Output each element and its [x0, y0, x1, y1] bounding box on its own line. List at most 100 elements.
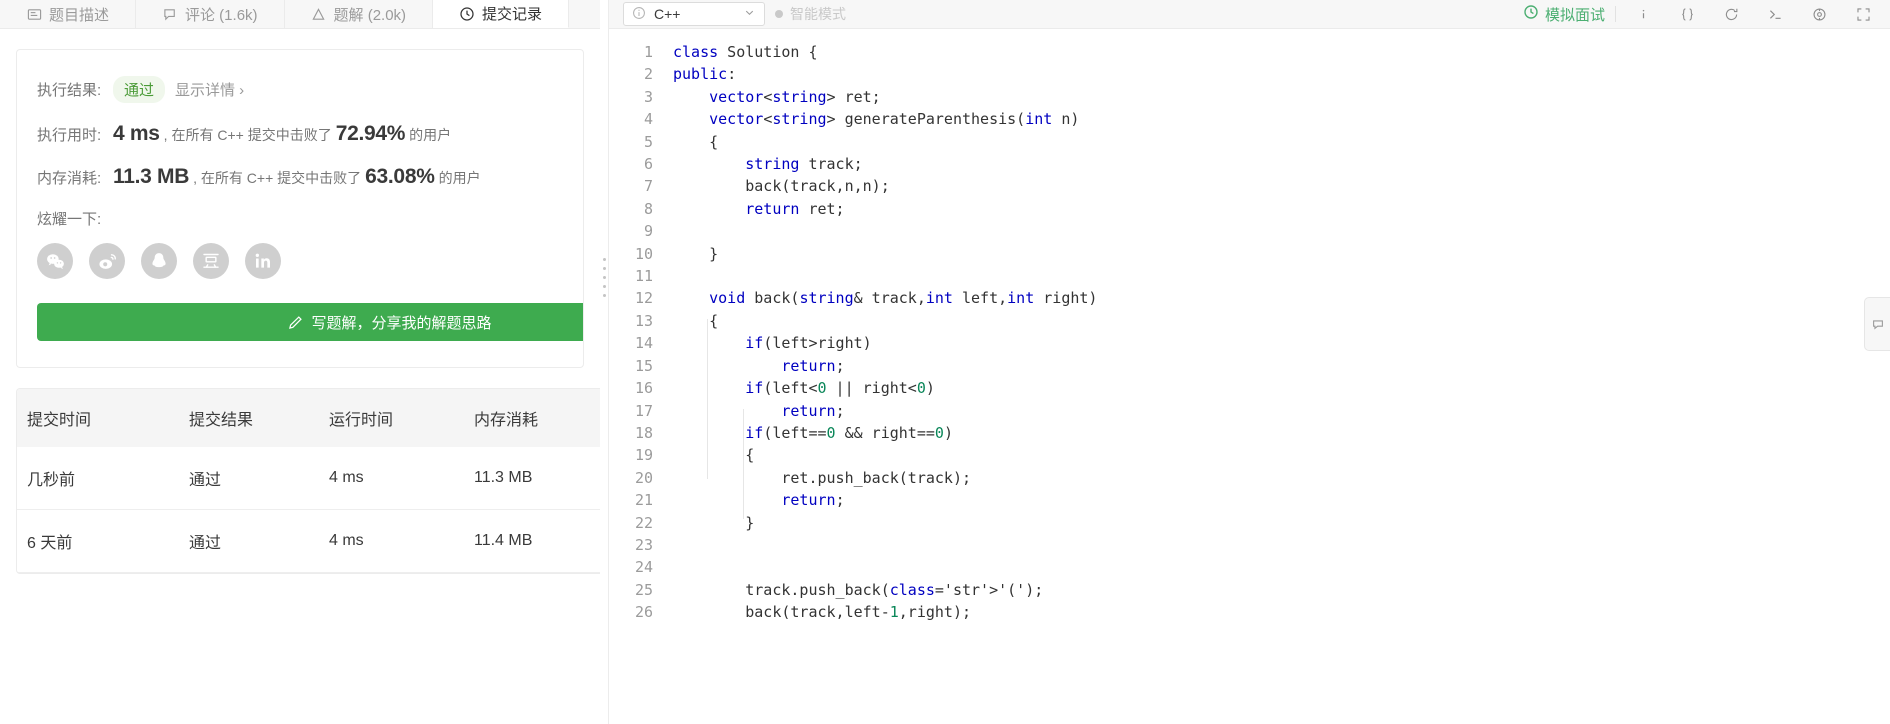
code-line: if(left==0 && right==0): [745, 423, 953, 442]
line-number: 11: [634, 267, 653, 286]
code-line: string track;: [745, 155, 863, 174]
cell-time: 6 天前: [17, 509, 189, 573]
info-icon[interactable]: [1626, 2, 1660, 26]
runtime-percentile: 72.94%: [335, 122, 406, 145]
share-icon-row: [17, 243, 583, 279]
line-number: 12: [634, 289, 653, 308]
toolbar-divider: [1615, 6, 1616, 22]
line-number: 14: [634, 334, 653, 353]
code-line: vector<string> generateParenthesis(int n…: [709, 110, 1080, 129]
indent-guide: [707, 319, 708, 479]
runtime-row: 执行用时: 4 ms , 在所有 C++ 提交中击败了 72.94% 的用户: [17, 122, 583, 146]
line-number: 26: [634, 603, 653, 622]
line-number: 18: [634, 423, 653, 442]
clock-icon: [1523, 4, 1539, 24]
clock-icon: [459, 6, 475, 22]
left-scroll-area: 执行结果: 通过 显示详情 › 执行用时: 4 ms , 在所有 C++ 提交中…: [0, 49, 600, 574]
memory-row: 内存消耗: 11.3 MB , 在所有 C++ 提交中击败了 63.08% 的用…: [17, 165, 583, 189]
settings-icon[interactable]: [1802, 2, 1836, 26]
tab-description[interactable]: 题目描述: [0, 0, 137, 28]
line-number: 24: [634, 558, 653, 577]
tab-comments-label: 评论 (1.6k): [185, 6, 258, 24]
code-line: if(left>right): [745, 334, 872, 353]
memory-value: 11.3 MB: [113, 165, 190, 188]
info-circle-icon: [632, 6, 646, 23]
code-line: void back(string& track,int left,int rig…: [709, 289, 1098, 308]
format-braces-icon[interactable]: [1670, 2, 1704, 26]
code-line: return ret;: [745, 199, 845, 218]
language-label: C++: [654, 6, 681, 22]
leetcode-submission-page: 题目描述 评论 (1.6k) 题解 (2.0k) 提交记录 执行结果: 通过 显…: [0, 0, 1890, 724]
resize-dots-icon: [603, 258, 606, 297]
code-line: back(track,n,n);: [673, 177, 890, 196]
code-line: ret.push_back(track);: [673, 468, 972, 487]
share-label: 炫耀一下:: [37, 211, 102, 228]
language-select[interactable]: C++: [623, 2, 765, 26]
line-number: 2: [643, 65, 653, 84]
comment-icon: [162, 6, 178, 22]
console-icon[interactable]: [1758, 2, 1792, 26]
col-runtime: 运行时间: [329, 389, 474, 447]
code-line: return;: [781, 401, 845, 420]
code-line: class Solution {: [673, 43, 818, 61]
chevron-down-icon: [743, 6, 756, 22]
runtime-value: 4 ms: [113, 122, 160, 145]
code-content[interactable]: class Solution {public: vector<string> r…: [661, 29, 1890, 724]
code-line: if(left<0 || right<0): [745, 379, 935, 398]
line-number: 16: [634, 379, 653, 398]
cell-memory: 11.4 MB: [474, 509, 600, 573]
line-number: 25: [634, 580, 653, 599]
submissions-card: 提交时间 提交结果 运行时间 内存消耗 语言 几秒前 通过 4 ms 11.3: [16, 388, 600, 574]
cell-result[interactable]: 通过: [189, 509, 329, 573]
line-number: 20: [634, 468, 653, 487]
line-number: 3: [643, 87, 653, 106]
qq-icon[interactable]: [141, 243, 177, 279]
cell-result[interactable]: 通过: [189, 447, 329, 510]
wechat-icon[interactable]: [37, 243, 73, 279]
result-card: 执行结果: 通过 显示详情 › 执行用时: 4 ms , 在所有 C++ 提交中…: [16, 49, 584, 368]
code-editor[interactable]: 1 2 3 4 5 6 7 8 9 10 11 12 13 14 15 16 17 18 19 20 21 22 23 24 2…: [609, 29, 1890, 724]
cell-runtime: 4 ms: [329, 509, 474, 573]
solution-icon: [311, 6, 327, 22]
line-number: 15: [634, 356, 653, 375]
tab-submissions[interactable]: 提交记录: [433, 0, 570, 28]
line-number: 17: [634, 401, 653, 420]
tab-solutions[interactable]: 题解 (2.0k): [285, 0, 434, 28]
weibo-icon[interactable]: [89, 243, 125, 279]
line-number: 13: [634, 311, 653, 330]
smart-mode-label: 智能模式: [790, 6, 846, 22]
feedback-icon[interactable]: [1864, 297, 1890, 351]
mock-interview-button[interactable]: 模拟面试: [1523, 4, 1605, 25]
table-row[interactable]: 几秒前 通过 4 ms 11.3 MB C++: [17, 447, 600, 510]
memory-percentile: 63.08%: [365, 165, 435, 188]
panel-resize-handle[interactable]: [600, 0, 608, 724]
result-row: 执行结果: 通过 显示详情 ›: [17, 76, 583, 103]
line-number: 10: [634, 244, 653, 263]
submissions-table: 提交时间 提交结果 运行时间 内存消耗 语言 几秒前 通过 4 ms 11.3: [17, 389, 600, 573]
col-result: 提交结果: [189, 389, 329, 447]
table-row[interactable]: 6 天前 通过 4 ms 11.4 MB C++: [17, 509, 600, 573]
col-memory: 内存消耗: [474, 389, 600, 447]
memory-label: 内存消耗:: [37, 170, 102, 187]
tab-solutions-label: 题解 (2.0k): [333, 6, 407, 24]
line-number: 9: [643, 222, 653, 241]
mock-interview-label: 模拟面试: [1544, 6, 1605, 24]
fullscreen-icon[interactable]: [1846, 2, 1880, 26]
smart-mode-toggle[interactable]: 智能模式: [775, 4, 846, 24]
line-number-gutter: 1 2 3 4 5 6 7 8 9 10 11 12 13 14 15 16 17 18 19 20 21 22 23 24 2…: [609, 29, 661, 724]
linkedin-icon[interactable]: [245, 243, 281, 279]
code-line: track.push_back(class='str'>'(');: [673, 580, 1044, 599]
douban-icon[interactable]: [193, 243, 229, 279]
code-line: {: [673, 132, 719, 151]
tab-comments[interactable]: 评论 (1.6k): [136, 0, 285, 28]
write-solution-button[interactable]: 写题解，分享我的解题思路: [37, 303, 583, 341]
table-header-row: 提交时间 提交结果 运行时间 内存消耗 语言: [17, 389, 600, 447]
editor-toolbar: C++ 智能模式 模拟面试: [609, 0, 1890, 29]
line-number: 7: [643, 177, 653, 196]
show-detail-link[interactable]: 显示详情 ›: [175, 79, 244, 100]
code-line: return;: [781, 356, 845, 375]
reset-icon[interactable]: [1714, 2, 1748, 26]
